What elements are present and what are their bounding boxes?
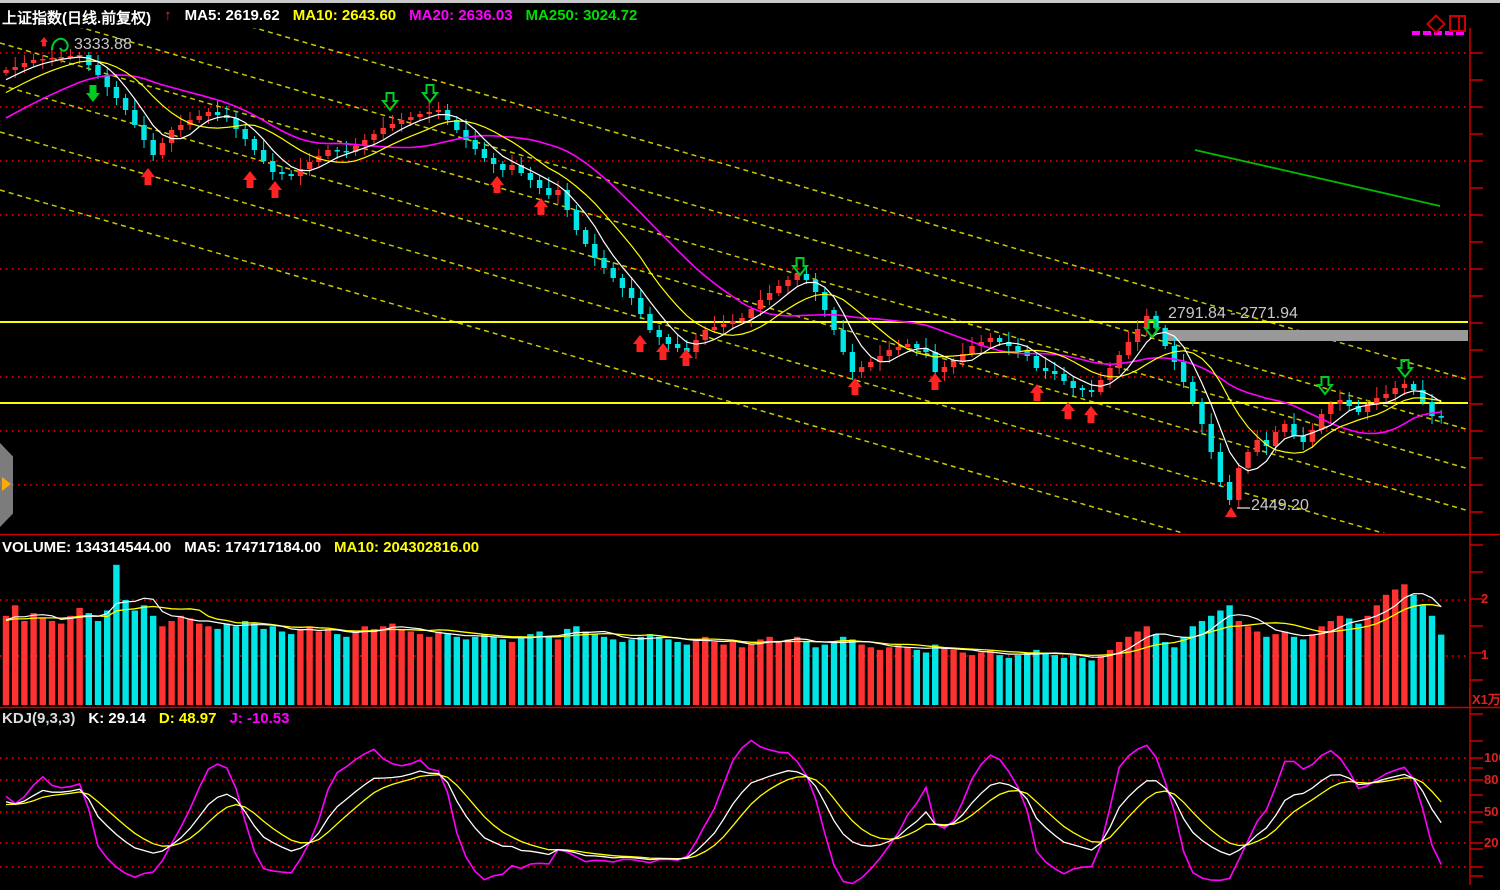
volume-axis-label-2: 2 xyxy=(1481,591,1488,606)
gap-range-label: 2791.84 - 2771.94 xyxy=(1168,305,1298,323)
kdj-title: KDJ(9,3,3) xyxy=(2,710,75,727)
volume-value: VOLUME: 134314544.00 xyxy=(2,539,171,556)
kdj-d-value: D: 48.97 xyxy=(159,710,217,727)
peak-price-label: 3333.88 xyxy=(74,36,132,54)
trading-app-window: { "header": { "symbol": "上证指数(日线.前复权)", … xyxy=(0,0,1500,885)
kdj-axis-label-100: 100 xyxy=(1484,750,1500,765)
low-price-label: 2449.20 xyxy=(1251,497,1309,515)
volume-ma5-value: MA5: 174717184.00 xyxy=(184,539,321,556)
kdj-pane-header: KDJ(9,3,3) K: 29.14 D: 48.97 J: -10.53 xyxy=(2,710,290,727)
volume-pane-header: VOLUME: 134314544.00 MA5: 174717184.00 M… xyxy=(2,539,479,556)
kdj-axis-label-20: 20 xyxy=(1484,835,1498,850)
kdj-axis-label-50: 50 xyxy=(1484,804,1498,819)
chart-area[interactable] xyxy=(0,0,1500,885)
chart-svg xyxy=(0,0,1500,885)
kdj-j-value: J: -10.53 xyxy=(229,710,289,727)
volume-unit-label: X1万 xyxy=(1469,689,1500,708)
volume-ma10-value: MA10: 204302816.00 xyxy=(334,539,479,556)
volume-axis-label-1: 1 xyxy=(1481,647,1488,662)
expand-panel-arrow-icon[interactable] xyxy=(2,477,11,491)
kdj-k-value: K: 29.14 xyxy=(88,710,146,727)
kdj-axis-label-80: 80 xyxy=(1484,772,1498,787)
